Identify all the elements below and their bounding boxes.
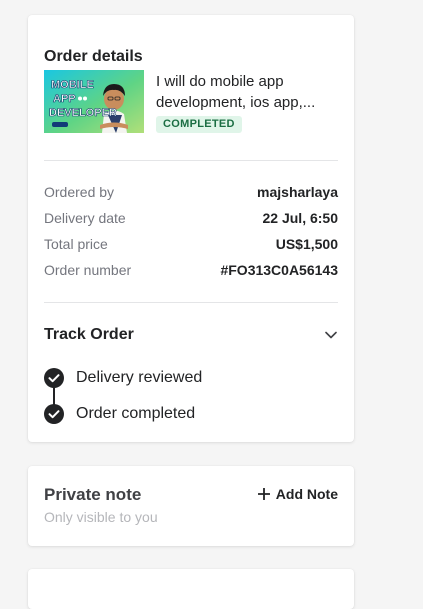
delivery-date-label: Delivery date <box>44 210 126 226</box>
gig-thumbnail-image: MOBILE APP DEVELOPER <box>44 70 144 133</box>
step-label: Delivery reviewed <box>76 369 203 386</box>
track-order-title: Track Order <box>44 326 134 343</box>
plus-icon <box>257 488 270 500</box>
order-number-value: #FO313C0A56143 <box>220 262 338 278</box>
order-number-label: Order number <box>44 262 132 278</box>
detail-row-ordered-by: Ordered by majsharlaya <box>44 182 338 202</box>
next-card <box>28 569 354 609</box>
timeline-step-order-completed: Order completed <box>44 403 195 425</box>
svg-text:DEVELOPER: DEVELOPER <box>49 107 117 119</box>
status-badge: COMPLETED <box>156 116 242 133</box>
svg-text:MOBILE: MOBILE <box>51 79 94 91</box>
gig-thumbnail[interactable]: MOBILE APP DEVELOPER <box>44 70 144 133</box>
step-label: Order completed <box>76 405 196 422</box>
divider <box>44 302 338 303</box>
divider <box>44 160 338 161</box>
add-note-label: Add Note <box>275 486 338 502</box>
check-circle-icon <box>44 368 64 388</box>
detail-row-delivery-date: Delivery date 22 Jul, 6:50 <box>44 208 338 228</box>
order-details-card: Order details MOBILE APP DEVELOPER I wil… <box>28 15 354 442</box>
add-note-button[interactable]: Add Note <box>257 486 338 502</box>
private-note-title: Private note <box>44 485 142 504</box>
detail-row-total-price: Total price US$1,500 <box>44 234 338 254</box>
private-note-card: Private note Only visible to you Add Not… <box>28 466 354 546</box>
thumbnail-dot <box>78 96 82 101</box>
total-price-value: US$1,500 <box>275 236 338 252</box>
timeline-step-delivery-reviewed: Delivery reviewed <box>44 367 202 389</box>
svg-text:APP: APP <box>53 93 76 105</box>
order-details-title: Order details <box>44 48 143 65</box>
thumbnail-dot <box>83 96 87 101</box>
private-note-subtitle: Only visible to you <box>44 509 158 525</box>
gig-title-link[interactable]: I will do mobile app development, ios ap… <box>156 71 336 113</box>
track-order-toggle[interactable]: Track Order <box>44 324 338 346</box>
chevron-down-icon[interactable] <box>324 328 338 342</box>
total-price-label: Total price <box>44 236 108 252</box>
detail-row-order-number: Order number #FO313C0A56143 <box>44 260 338 280</box>
check-circle-icon <box>44 404 64 424</box>
ordered-by-label: Ordered by <box>44 184 115 200</box>
ordered-by-value: majsharlaya <box>257 184 338 200</box>
delivery-date-value: 22 Jul, 6:50 <box>262 210 339 226</box>
